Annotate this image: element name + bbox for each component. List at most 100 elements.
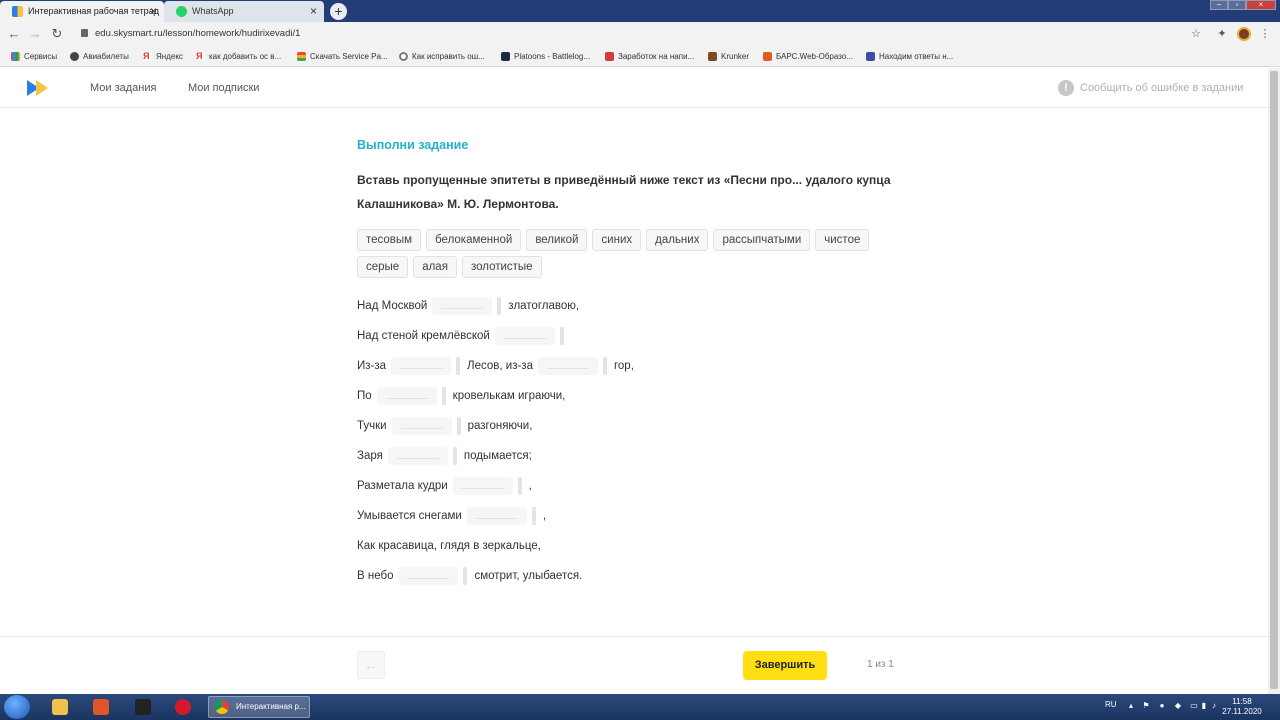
taskbar-chrome[interactable]: Интерактивная р... (208, 696, 310, 718)
bookmark-item[interactable]: БАРС.Web-Образо... (763, 50, 853, 63)
close-window-button[interactable]: × (1246, 0, 1276, 10)
close-icon[interactable]: × (150, 1, 157, 22)
url-field[interactable]: edu.skysmart.ru/lesson/homework/hudirixe… (95, 26, 300, 42)
minimize-window-button[interactable]: – (1210, 0, 1228, 10)
bookmark-item[interactable]: Я Яндекс (143, 50, 183, 63)
blank-slot[interactable] (452, 476, 523, 496)
taskbar-opera[interactable] (168, 696, 198, 718)
page-scrollbar[interactable] (1268, 68, 1280, 694)
taskbar-app[interactable] (86, 696, 116, 718)
bookmark-item[interactable]: Авиабилеты (70, 50, 129, 63)
poem-line: Как красавица, глядя в зеркальце, (357, 536, 541, 556)
extensions-icon[interactable]: ✦ (1215, 27, 1229, 41)
start-button[interactable] (4, 695, 30, 719)
line-text: , (528, 480, 532, 492)
line-text: Разметала кудри (357, 480, 448, 492)
taskbar-explorer[interactable] (45, 696, 75, 718)
line-text: разгоняючи, (467, 420, 533, 432)
nvidia-icon[interactable]: ◆ (1173, 701, 1183, 711)
blank-slot[interactable] (387, 446, 458, 466)
taskbar-clock[interactable]: 11:58 27.11.2020 (1222, 697, 1262, 717)
word-chip[interactable]: великой (526, 229, 588, 251)
bookmark-item[interactable]: Якак добавить ос в... (196, 50, 281, 63)
site-header: Мои задания Мои подписки ! Сообщить об о… (0, 68, 1268, 108)
earnings-icon (605, 52, 614, 61)
bookmark-item[interactable]: Сервисы (11, 50, 57, 63)
bookmark-item[interactable]: Заработок на напи... (605, 50, 694, 63)
chrome-icon (215, 700, 229, 714)
report-error-label: Сообщить об ошибке в задании (1080, 82, 1244, 94)
line-text: Заря (357, 450, 383, 462)
whatsapp-favicon-icon (176, 6, 187, 17)
word-chip[interactable]: золотистые (461, 256, 542, 278)
blank-slot[interactable] (376, 386, 447, 406)
poem-line: По кровелькам играючи, (357, 386, 565, 406)
nav-my-subscriptions[interactable]: Мои подписки (188, 80, 259, 96)
line-text: Из-за (357, 360, 387, 372)
line-text: кровелькам играючи, (452, 390, 566, 402)
blank-slot[interactable] (391, 416, 462, 436)
new-tab-button[interactable]: + (330, 3, 347, 20)
tab-title: WhatsApp (192, 6, 234, 16)
back-arrow-icon[interactable]: ← (6, 26, 22, 42)
page-counter: 1 из 1 (867, 659, 894, 670)
bookmark-star-icon[interactable]: ☆ (1189, 27, 1203, 41)
report-error-link[interactable]: ! Сообщить об ошибке в задании (1058, 80, 1243, 96)
line-text: златоглавою, (508, 300, 580, 312)
bookmark-item[interactable]: Platoons - Battlelog... (501, 50, 590, 63)
forward-arrow-icon[interactable]: → (27, 26, 43, 42)
blank-slot[interactable] (466, 506, 537, 526)
taskbar-media-player[interactable] (128, 696, 158, 718)
restore-window-button[interactable]: ▫ (1228, 0, 1246, 10)
blank-slot[interactable] (432, 296, 502, 316)
skysmart-logo-icon[interactable] (27, 80, 51, 96)
windows-icon (297, 52, 306, 61)
bookmarks-bar: Сервисы Авиабилеты Я Яндекс Якак добавить… (0, 46, 1280, 67)
poem-line: Из-за Лесов, из-за гор, (357, 356, 634, 376)
network-icon[interactable]: ▮ (1199, 701, 1209, 711)
blank-slot[interactable] (391, 356, 461, 376)
blank-slot[interactable] (494, 326, 565, 346)
word-chip[interactable]: тесовым (357, 229, 422, 251)
word-chip[interactable]: серые (357, 256, 409, 278)
poem-line: В небо смотрит, улыбается. (357, 566, 582, 586)
volume-icon[interactable]: ♪ (1209, 701, 1219, 711)
opera-icon (175, 699, 191, 715)
clock-date: 27.11.2020 (1222, 707, 1262, 716)
blank-slot[interactable] (537, 356, 608, 376)
tab-skysmart[interactable]: Интерактивная рабочая тетрад × (0, 1, 164, 22)
finish-button[interactable]: Завершить (743, 651, 827, 680)
close-icon[interactable]: × (310, 1, 317, 22)
profile-avatar[interactable] (1237, 27, 1251, 41)
word-chip[interactable]: синих (592, 229, 642, 251)
word-chip[interactable]: белокаменной (426, 229, 522, 251)
blank-slot[interactable] (398, 566, 468, 586)
security-icon[interactable]: ● (1157, 701, 1167, 711)
windows-taskbar: Интерактивная р... (0, 694, 1280, 720)
bookmark-item[interactable]: Находим ответы н... (866, 50, 953, 63)
reload-icon[interactable]: ↻ (49, 26, 65, 42)
tab-whatsapp[interactable]: WhatsApp × (164, 1, 324, 22)
previous-task-button[interactable]: ← (357, 651, 385, 679)
menu-icon[interactable]: ⋮ (1258, 27, 1272, 41)
yandex-icon: Я (143, 52, 152, 61)
flag-icon[interactable]: ⚑ (1141, 701, 1151, 711)
word-chip[interactable]: чистое (815, 229, 870, 251)
scrollbar-thumb[interactable] (1270, 71, 1278, 689)
word-chip[interactable]: рассыпчатыми (713, 229, 811, 251)
answers-icon (866, 52, 875, 61)
word-chip[interactable]: алая (413, 256, 457, 278)
show-hidden-icons-icon[interactable]: ▴ (1126, 701, 1136, 711)
word-chip[interactable]: дальних (646, 229, 709, 251)
line-text: Тучки (357, 420, 387, 432)
line-text: смотрит, улыбается. (474, 570, 583, 582)
bookmark-item[interactable]: Krunker (708, 50, 749, 63)
line-text: Над стеной кремлёвской (357, 330, 490, 342)
display-icon[interactable]: ▭ (1189, 701, 1199, 711)
bookmark-item[interactable]: Как исправить ош... (399, 50, 485, 63)
nav-my-tasks[interactable]: Мои задания (90, 80, 156, 96)
bookmark-item[interactable]: Скачать Service Pa... (297, 50, 388, 63)
line-text: Умывается снегами (357, 510, 462, 522)
language-indicator[interactable]: RU (1105, 700, 1117, 710)
poem-line: Над Москвой златоглавою, (357, 296, 579, 316)
